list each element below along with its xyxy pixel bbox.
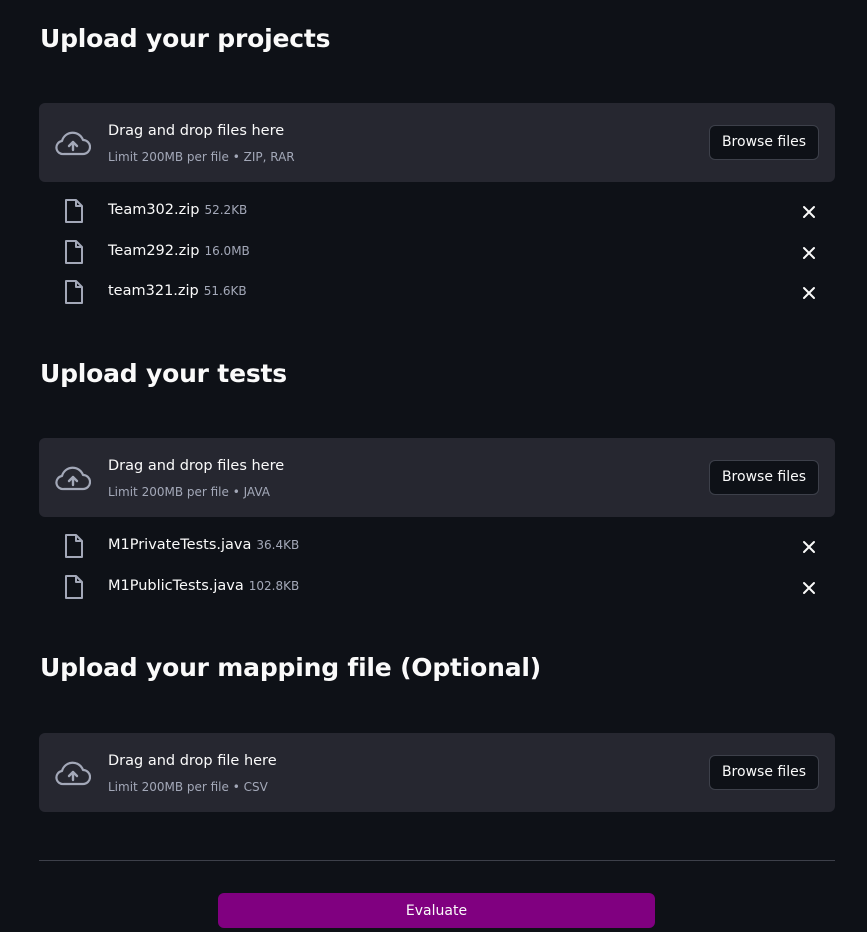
document-icon [65,534,83,558]
file-size: 51.6KB [203,284,247,298]
document-icon [65,240,83,264]
section-title-projects: Upload your projects [40,24,331,53]
dropzone-limit: Limit 200MB per file • JAVA [108,485,271,499]
file-name: M1PublicTests.java [108,578,244,594]
dropzone-limit: Limit 200MB per file • ZIP, RAR [108,150,295,164]
dropzone-title: Drag and drop files here [108,458,285,474]
file-name-wrapper: M1PublicTests.java 102.8KB [108,578,299,594]
document-icon [65,575,83,599]
document-icon [65,280,83,304]
browse-files-button[interactable]: Browse files [708,125,819,160]
file-name: team321.zip [108,283,199,299]
uploader-page: Upload your projects Drag and drop files… [0,0,867,932]
file-name-wrapper: M1PrivateTests.java 36.4KB [108,537,299,553]
browse-files-button[interactable]: Browse files [708,755,819,790]
file-size: 36.4KB [256,538,300,552]
dropzone-title: Drag and drop files here [108,123,285,139]
file-item: Team292.zip 16.0MB [39,238,835,268]
close-icon[interactable] [801,245,817,261]
close-icon[interactable] [801,539,817,555]
dropzone-projects[interactable]: Drag and drop files here Limit 200MB per… [39,103,835,182]
document-icon [65,199,83,223]
browse-files-button[interactable]: Browse files [708,460,819,495]
dropzone-limit: Limit 200MB per file • CSV [108,780,268,794]
evaluate-button[interactable]: Evaluate [218,893,655,928]
file-size: 16.0MB [204,244,250,258]
cloud-upload-icon [55,761,91,786]
cloud-upload-icon [55,466,91,491]
close-icon[interactable] [801,580,817,596]
file-item: Team302.zip 52.2KB [39,197,835,227]
section-title-tests: Upload your tests [40,359,287,388]
file-size: 102.8KB [248,579,300,593]
dropzone-tests[interactable]: Drag and drop files here Limit 200MB per… [39,438,835,517]
dropzone-mapping[interactable]: Drag and drop file here Limit 200MB per … [39,733,835,812]
file-name: Team302.zip [108,202,200,218]
file-name: M1PrivateTests.java [108,537,252,553]
file-size: 52.2KB [204,203,248,217]
close-icon[interactable] [801,204,817,220]
cloud-upload-icon [55,131,91,156]
close-icon[interactable] [801,285,817,301]
file-name-wrapper: Team302.zip 52.2KB [108,202,247,218]
file-item: M1PublicTests.java 102.8KB [39,573,835,603]
file-name-wrapper: team321.zip 51.6KB [108,283,247,299]
file-item: M1PrivateTests.java 36.4KB [39,532,835,562]
file-item: team321.zip 51.6KB [39,278,835,308]
divider [39,860,835,861]
section-title-mapping: Upload your mapping file (Optional) [40,653,541,682]
file-name: Team292.zip [108,243,200,259]
file-name-wrapper: Team292.zip 16.0MB [108,243,250,259]
dropzone-title: Drag and drop file here [108,753,277,769]
